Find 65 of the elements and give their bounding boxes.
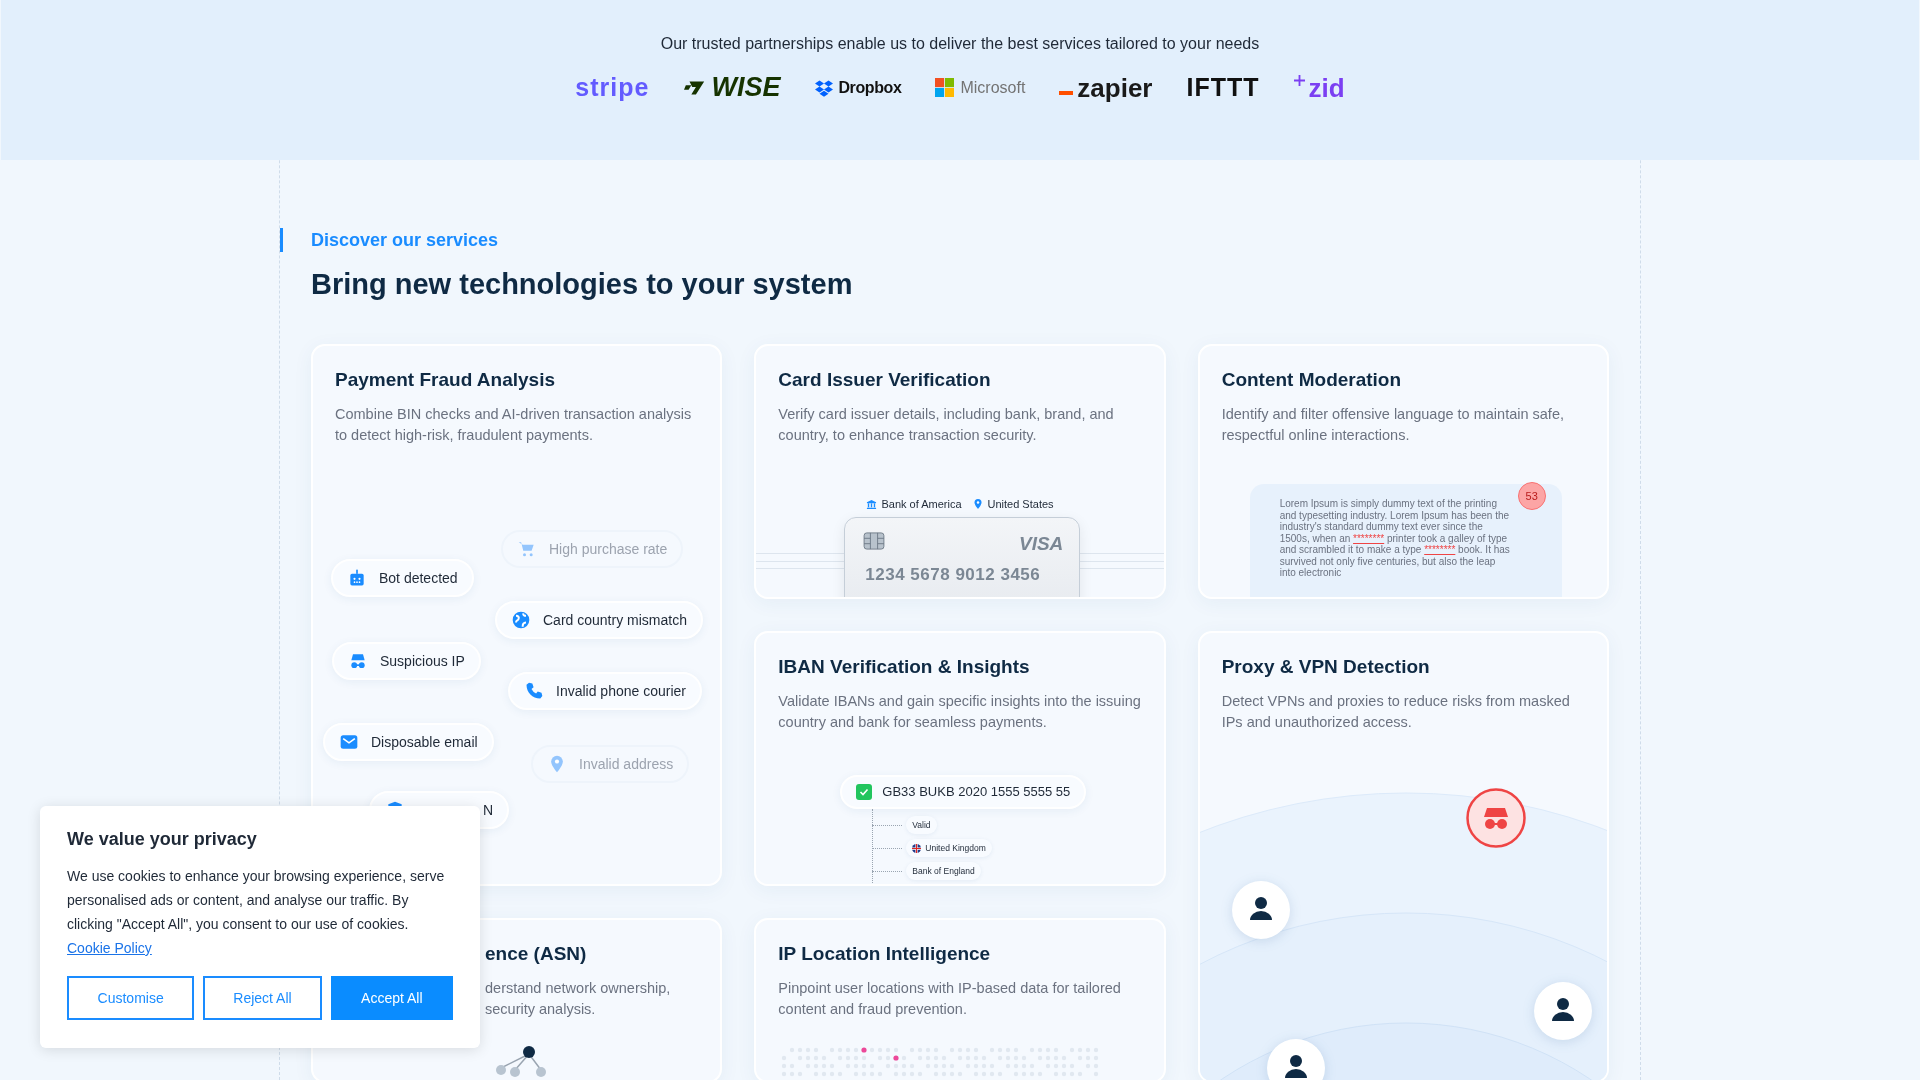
card-title: Content Moderation (1220, 368, 1403, 392)
windows-icon (935, 78, 955, 97)
cookie-policy-link[interactable]: Cookie Policy (67, 940, 152, 956)
card-description: Verify card issuer details, including bank, brand, and country, to enhance transaction security. (777, 405, 1115, 445)
card-description: Combine BIN checks and AI-driven transaction analysis to detect high-risk, fraudulent payments. (334, 405, 693, 445)
signal-label: Card country mismatch (543, 610, 687, 630)
banner-button[interactable]: Accept All (330, 976, 453, 1020)
robot-icon (347, 568, 367, 588)
signal-label: N (482, 800, 493, 820)
card-description: Pinpoint user locations with IP-based data for tailored content and fraud prevention. (777, 979, 1122, 1019)
card-number: 1234 5678 9012 3456 (865, 564, 1041, 586)
dropbox-icon (814, 78, 835, 97)
country-name: United States (987, 497, 1054, 512)
card-description: derstand network ownership, security analysis. (485, 979, 672, 1019)
bank-name: Bank of America (881, 497, 962, 512)
partner-logo: Microsoft (960, 79, 1026, 96)
signal-label: Disposable email (371, 732, 478, 752)
chip-icon (863, 532, 886, 550)
section-eyebrow: Discover our services (311, 229, 500, 252)
card-title: IBAN Verification & Insights (777, 655, 1031, 679)
partners-tagline: Our trusted partnerships enable us to deliver the best services tailored to your needs (660, 34, 1260, 54)
sample-text: Lorem Ipsum is simply dummy text of the printing and typesetting industry. Lorem Ipsum has been the industry's standard dummy text ever since the 1500s, when an ******** printer took a galley of type and scrambled it to make a type ******** book. It has survived not only five centuries, but also the leap into electronic (1279, 497, 1511, 579)
detail-label: United Kingdom (925, 841, 986, 855)
card-title: ence (ASN) (485, 942, 588, 966)
card-brand: VISA (1018, 532, 1064, 556)
spy-icon (1465, 788, 1526, 848)
card-title: Proxy & VPN Detection (1220, 655, 1431, 679)
card-description: Identify and filter offensive language to maintain safe, respectful online interactions. (1220, 405, 1565, 445)
partner-logo: zapier (1077, 74, 1153, 101)
card-title: IP Location Intelligence (777, 942, 992, 966)
banner-title: We value your privacy (67, 828, 258, 851)
signal-label: Bot detected (379, 568, 458, 588)
underscore-icon (1059, 90, 1074, 95)
location-pin-icon (971, 498, 984, 511)
section-heading: Bring new technologies to your system (311, 267, 854, 302)
phone-icon (524, 681, 544, 701)
partner-logo: stripe (575, 75, 650, 100)
detail-label: Valid (912, 818, 931, 832)
sparkle-icon (1293, 74, 1305, 86)
user-avatar-icon (1532, 981, 1593, 1041)
banner-text: We use cookies to enhance your browsing experience, serve personalised ads or content, and analyse our traffic. By clicking "Accept All", you consent to our use of cookies. Cookie Policy (67, 867, 446, 958)
partner-logo: IFTTT (1186, 75, 1260, 100)
signal-label: Suspicious IP (380, 651, 465, 671)
detail-label: Bank of England (912, 864, 975, 878)
card-description: Validate IBANs and gain specific insights into the issuing country and bank for seamless payments. (777, 692, 1142, 732)
flag-icon (912, 843, 922, 853)
signal-label: High purchase rate (549, 539, 668, 559)
card-description: Detect VPNs and proxies to reduce risks from masked IPs and unauthorized access. (1220, 692, 1571, 732)
banner-button[interactable]: Reject All (203, 976, 322, 1020)
accent-bar (280, 228, 283, 252)
bank-icon (866, 498, 878, 510)
user-avatar-icon (1230, 880, 1291, 940)
banner-button[interactable]: Customise (67, 976, 195, 1020)
card-title: Card Issuer Verification (777, 368, 992, 392)
partner-logo: zid (1308, 74, 1345, 101)
user-avatar-icon (1265, 1038, 1326, 1080)
partner-logo: Dropbox (838, 79, 902, 96)
globe-icon (511, 610, 531, 630)
signal-label: Invalid address (579, 754, 674, 774)
card-title: Payment Fraud Analysis (334, 368, 556, 392)
iban-number: GB33 BUKB 2020 1555 5555 55 (882, 783, 1071, 802)
partner-logo: WISE (711, 74, 781, 101)
mail-icon (339, 732, 359, 752)
signal-label: Invalid phone courier (556, 681, 686, 701)
spy-icon (348, 651, 368, 671)
